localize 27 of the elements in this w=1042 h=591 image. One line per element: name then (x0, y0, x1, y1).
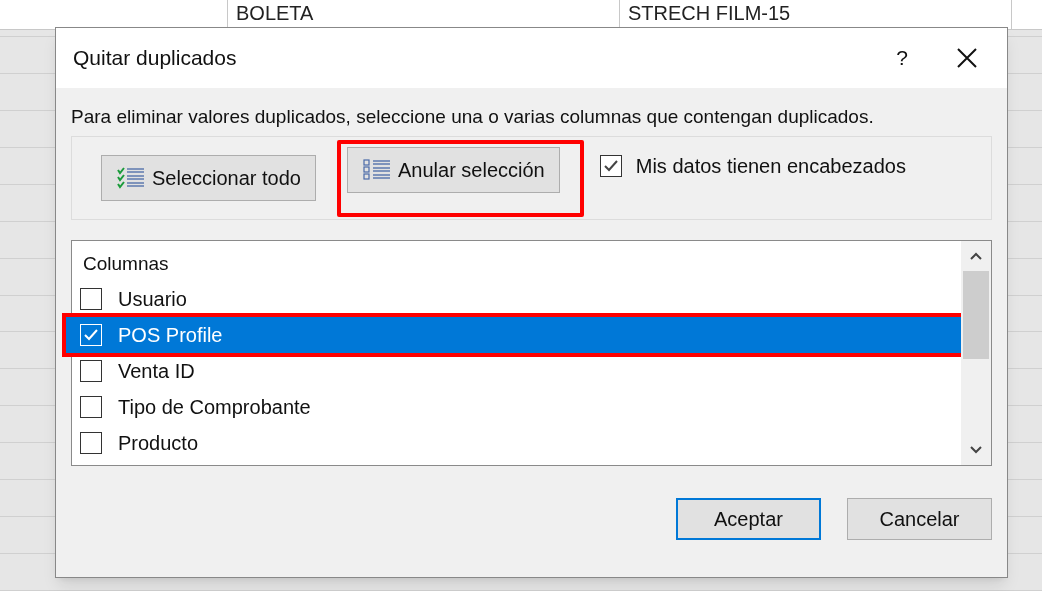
checkbox[interactable] (80, 288, 102, 310)
scroll-thumb[interactable] (963, 271, 989, 359)
accept-button[interactable]: Aceptar (676, 498, 821, 540)
list-item[interactable]: Tipo de Comprobante (72, 389, 961, 425)
chevron-down-icon (969, 445, 983, 455)
checkbox[interactable] (80, 432, 102, 454)
help-button[interactable]: ? (877, 42, 927, 74)
chevron-up-icon (969, 251, 983, 261)
select-all-button[interactable]: Seleccionar todo (101, 155, 316, 201)
list-header: Columnas (82, 252, 170, 276)
list-icon (362, 157, 392, 182)
checklist-icon (116, 166, 146, 190)
unselect-all-button[interactable]: Anular selección (347, 146, 560, 193)
checkmark-icon (602, 159, 619, 173)
checkbox[interactable] (80, 360, 102, 382)
checkmark-icon (83, 328, 99, 342)
checkbox-label: Mis datos tienen encabezados (635, 154, 906, 179)
list-item[interactable]: Usuario (72, 281, 961, 317)
checkbox[interactable] (80, 396, 102, 418)
close-icon (956, 47, 978, 69)
list-item[interactable]: Producto (72, 425, 961, 461)
list-item[interactable]: Venta ID (72, 353, 961, 389)
window-title: Quitar duplicados (73, 45, 238, 72)
instruction-text: Para eliminar valores duplicados, seleccione una o varias columnas que contengan duplicados. (71, 105, 875, 129)
checkbox[interactable] (599, 155, 622, 177)
scrollbar[interactable] (961, 241, 991, 465)
cancel-button[interactable]: Cancelar (847, 498, 992, 540)
